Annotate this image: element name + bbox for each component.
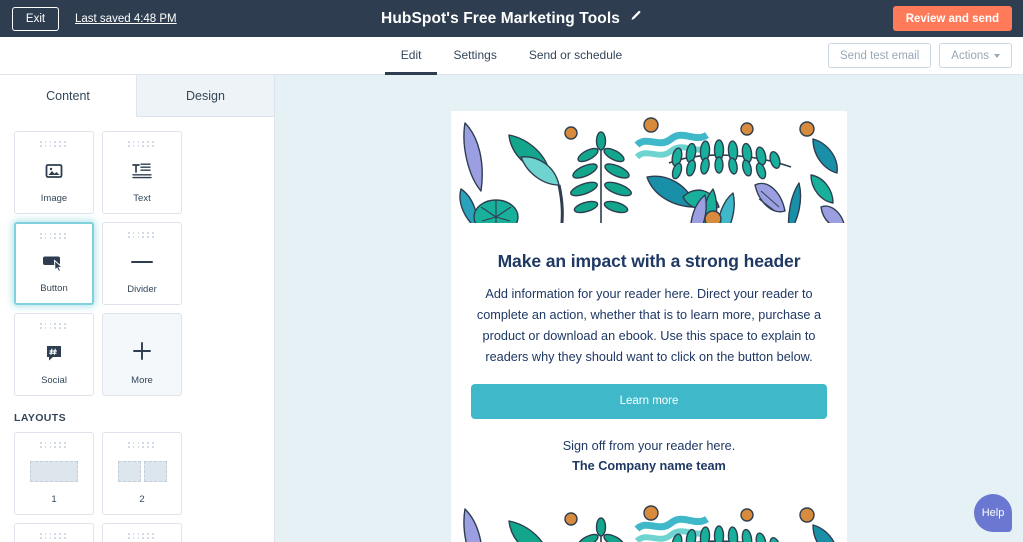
module-label: Text xyxy=(133,193,151,204)
last-saved-link[interactable]: Last saved 4:48 PM xyxy=(75,13,177,25)
drag-handle-icon[interactable] xyxy=(128,232,156,239)
module-card-image[interactable]: Image xyxy=(14,131,94,214)
actions-button[interactable]: Actions xyxy=(939,43,1012,68)
divider-icon xyxy=(130,239,154,284)
module-card-text[interactable]: Text xyxy=(102,131,182,214)
drag-handle-icon[interactable] xyxy=(128,533,156,540)
layout-preview xyxy=(117,449,167,494)
layout-card-1-3-2-3[interactable]: 1/3 : 2/3 xyxy=(102,523,182,542)
module-label: Image xyxy=(40,193,68,204)
sidebar-tab-design[interactable]: Design xyxy=(137,75,274,117)
module-card-button[interactable]: Button xyxy=(14,222,94,305)
module-card-social[interactable]: Social xyxy=(14,313,94,396)
layouts-grid: 1 2 xyxy=(14,432,260,542)
plus-icon xyxy=(131,326,153,375)
email-signoff-team[interactable]: The Company name team xyxy=(471,459,827,473)
tab-settings[interactable]: Settings xyxy=(437,37,512,75)
email-signoff[interactable]: Sign off from your reader here. xyxy=(471,439,827,453)
drag-handle-icon[interactable] xyxy=(40,233,68,240)
help-button[interactable]: Help xyxy=(974,494,1012,532)
actions-label: Actions xyxy=(951,49,989,62)
send-test-email-label: Send test email xyxy=(840,49,920,62)
editor-body: Content Design Image Text Button Divider… xyxy=(0,75,1023,542)
sub-nav-tabs: Edit Settings Send or schedule xyxy=(384,37,638,75)
sidebar: Content Design Image Text Button Divider… xyxy=(0,75,275,542)
chevron-down-icon xyxy=(994,53,1000,58)
drag-handle-icon[interactable] xyxy=(40,141,68,148)
sidebar-tabs: Content Design xyxy=(0,75,274,117)
layout-preview xyxy=(30,449,78,494)
module-label: Button xyxy=(40,283,68,294)
sidebar-tab-content[interactable]: Content xyxy=(0,75,137,117)
email-editor-app: Exit Last saved 4:48 PM HubSpot's Free M… xyxy=(0,0,1023,542)
tab-edit[interactable]: Edit xyxy=(384,37,438,75)
email-canvas: Make an impact with a strong header Add … xyxy=(275,75,1023,542)
sub-nav-actions: Send test email Actions xyxy=(828,43,1012,68)
email-content[interactable]: Make an impact with a strong header Add … xyxy=(451,223,847,473)
sub-navigation: Edit Settings Send or schedule Send test… xyxy=(0,37,1023,75)
text-icon xyxy=(131,148,153,193)
modules-grid: Image Text Button Divider Social More xyxy=(14,131,260,396)
module-label: Divider xyxy=(127,284,157,295)
layout-label: 1 xyxy=(51,494,57,505)
drag-handle-icon[interactable] xyxy=(40,442,68,449)
module-label: More xyxy=(131,375,153,386)
send-test-email-button[interactable]: Send test email xyxy=(828,43,932,68)
page-title: HubSpot's Free Marketing Tools xyxy=(381,9,620,27)
layout-card-2[interactable]: 2 xyxy=(102,432,182,515)
layouts-section-title: LAYOUTS xyxy=(14,412,67,424)
learn-more-cta-button[interactable]: Learn more xyxy=(471,384,827,419)
drag-handle-icon[interactable] xyxy=(40,323,68,330)
botanical-illustration-top xyxy=(451,111,847,223)
review-and-send-button[interactable]: Review and send xyxy=(892,6,1012,31)
sidebar-scroll-area: Image Text Button Divider Social More LA… xyxy=(0,117,274,542)
layout-label: 2 xyxy=(139,494,145,505)
botanical-illustration-bottom xyxy=(451,491,847,542)
social-icon xyxy=(44,330,64,375)
module-card-more[interactable]: More xyxy=(102,313,182,396)
layout-card-1[interactable]: 1 xyxy=(14,432,94,515)
layout-card-3[interactable]: 3 xyxy=(14,523,94,542)
drag-handle-icon[interactable] xyxy=(128,442,156,449)
exit-button[interactable]: Exit xyxy=(12,6,59,31)
drag-handle-icon[interactable] xyxy=(128,141,156,148)
email-paragraph[interactable]: Add information for your reader here. Di… xyxy=(471,284,827,368)
tab-send-or-schedule[interactable]: Send or schedule xyxy=(513,37,638,75)
module-label: Social xyxy=(41,375,67,386)
module-card-divider[interactable]: Divider xyxy=(102,222,182,305)
drag-handle-icon[interactable] xyxy=(40,533,68,540)
button-icon xyxy=(41,240,67,283)
top-bar: Exit Last saved 4:48 PM HubSpot's Free M… xyxy=(0,0,1023,37)
pencil-icon[interactable] xyxy=(629,10,642,28)
image-icon xyxy=(44,148,64,193)
email-preview[interactable]: Make an impact with a strong header Add … xyxy=(451,111,847,542)
email-heading[interactable]: Make an impact with a strong header xyxy=(471,251,827,272)
